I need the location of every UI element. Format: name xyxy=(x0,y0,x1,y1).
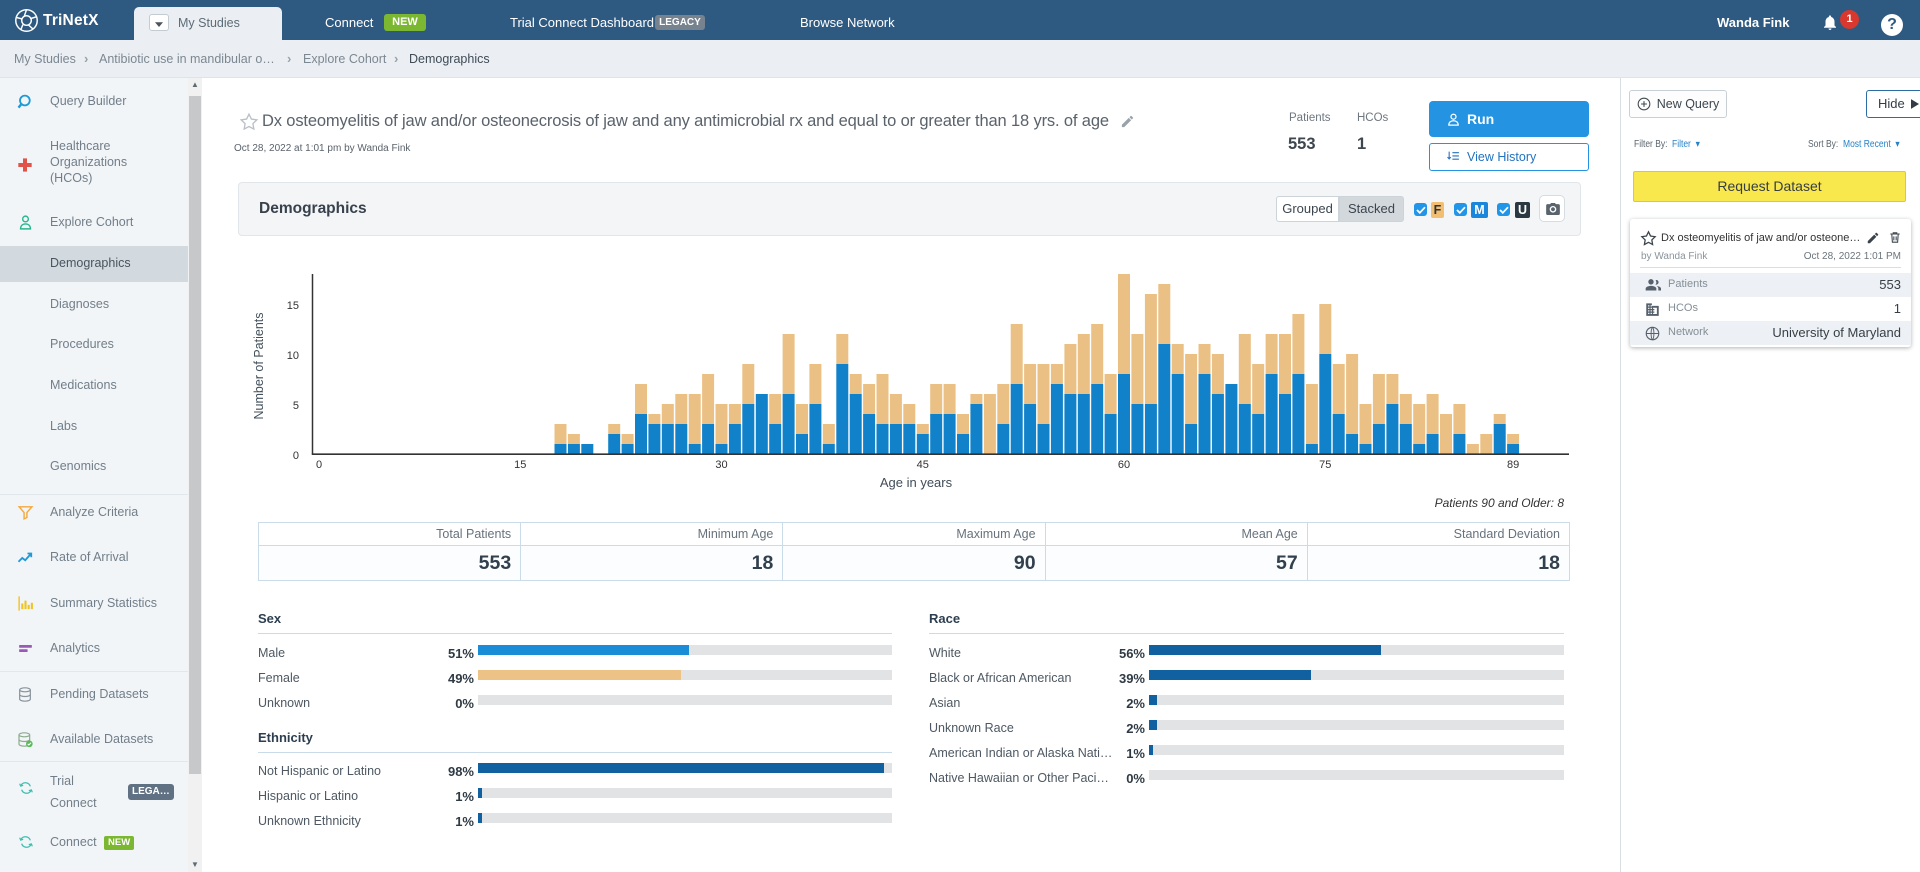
svg-text:15: 15 xyxy=(287,300,299,312)
svg-text:45: 45 xyxy=(917,459,929,471)
svg-text:Number of Patients: Number of Patients xyxy=(252,313,266,420)
svg-text:89: 89 xyxy=(1507,459,1519,471)
svg-text:10: 10 xyxy=(287,350,299,362)
svg-text:30: 30 xyxy=(715,459,727,471)
svg-text:75: 75 xyxy=(1319,459,1331,471)
svg-text:0: 0 xyxy=(293,450,299,462)
svg-text:0: 0 xyxy=(316,459,322,471)
svg-text:Age in years: Age in years xyxy=(880,475,953,490)
svg-text:60: 60 xyxy=(1118,459,1130,471)
svg-text:15: 15 xyxy=(514,459,526,471)
svg-text:5: 5 xyxy=(293,400,299,412)
